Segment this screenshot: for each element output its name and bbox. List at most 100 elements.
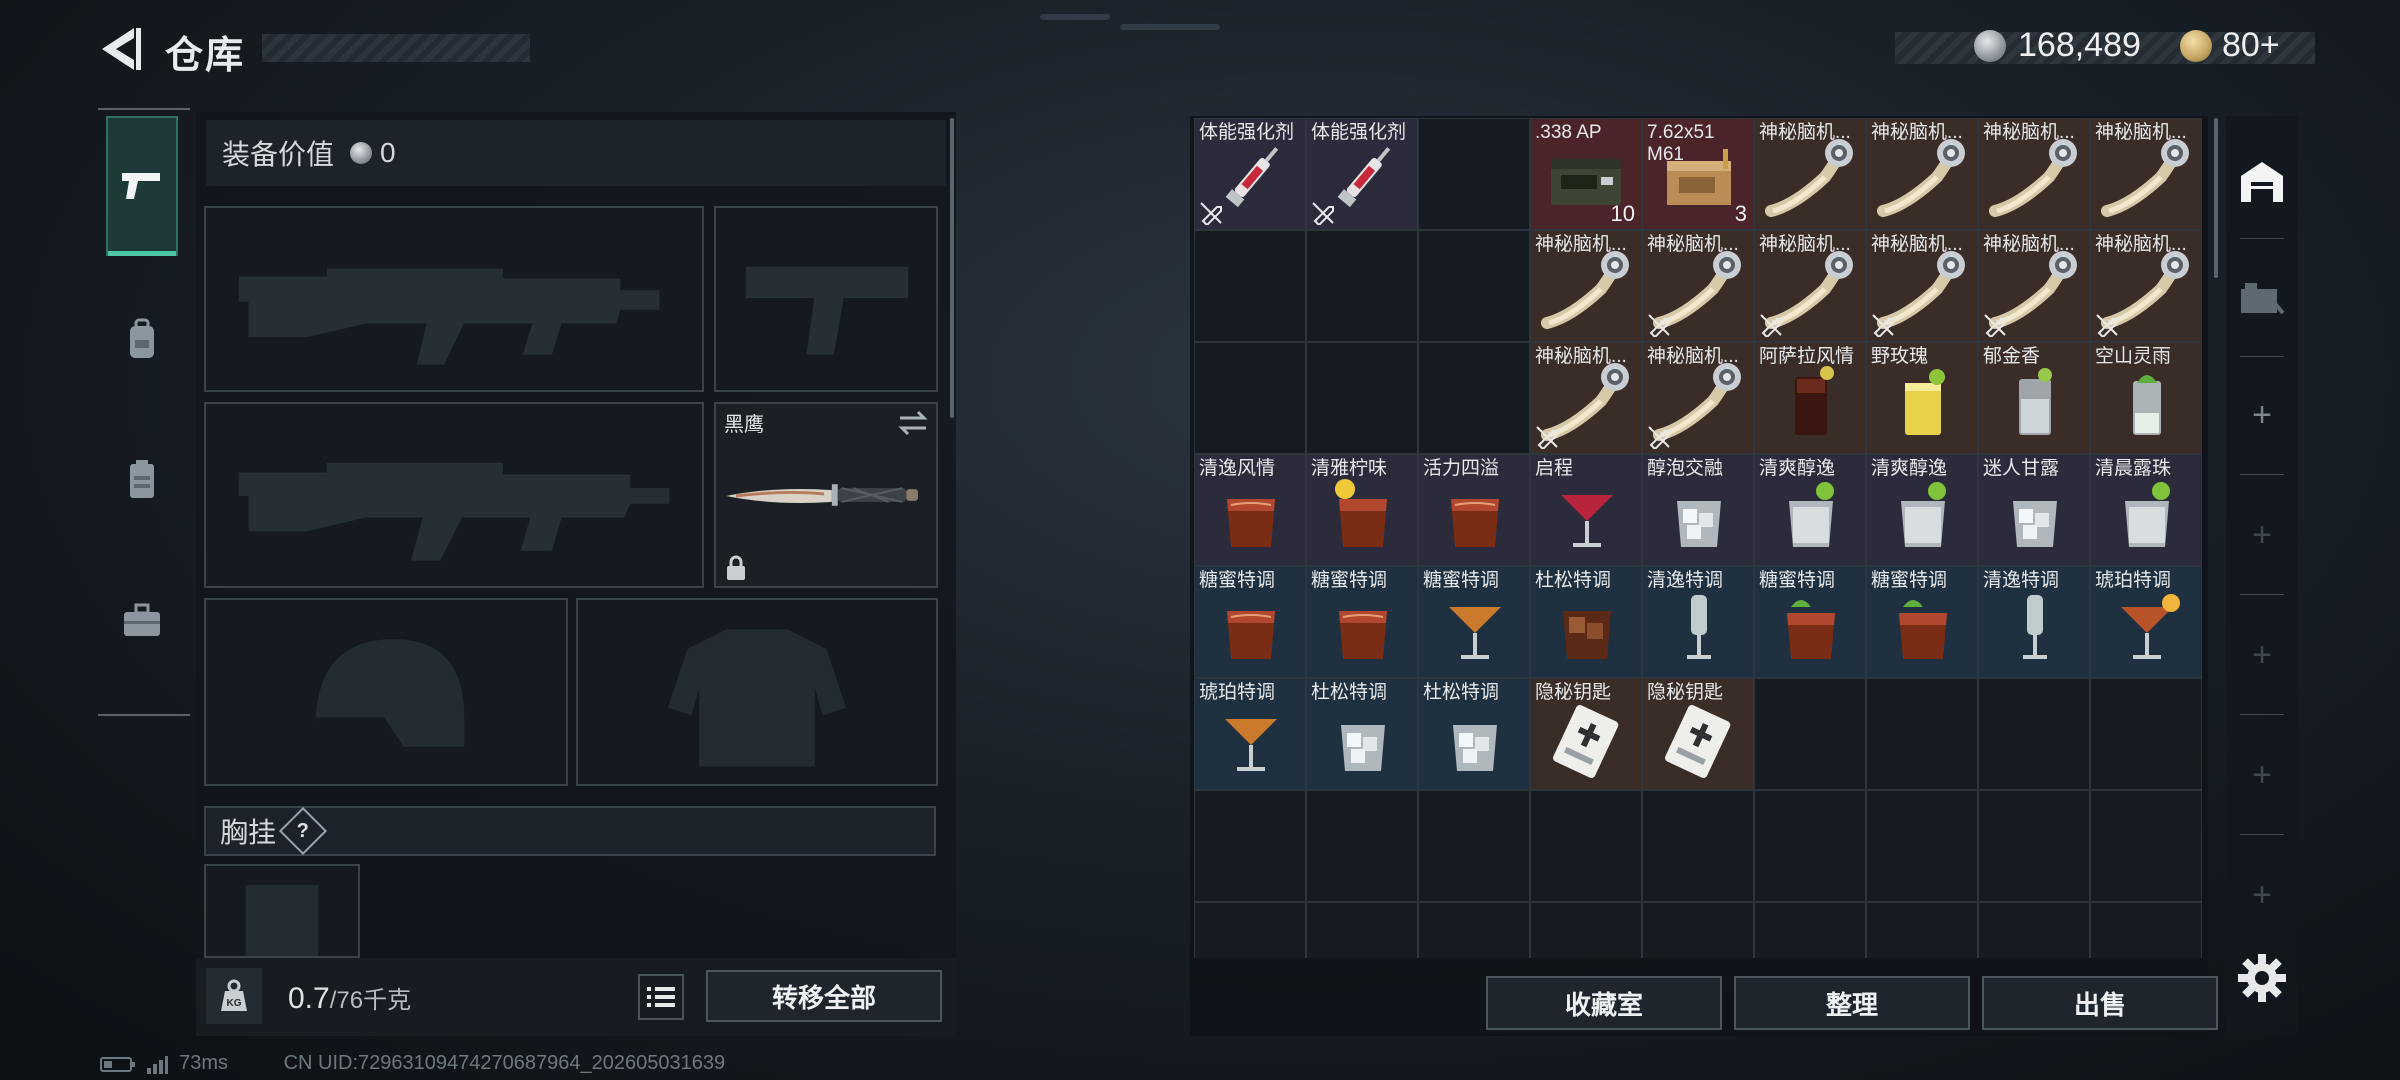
inventory-item[interactable]: 7.62x51 M61 3 — [1642, 118, 1754, 230]
empty-slot[interactable] — [1866, 902, 1978, 958]
transfer-all-button[interactable]: 转移全部 — [706, 970, 942, 1022]
inventory-scrollbar[interactable] — [2214, 118, 2218, 278]
inventory-item[interactable]: 清逸特调 — [1978, 566, 2090, 678]
equipment-scrollbar[interactable] — [950, 118, 954, 418]
inventory-item[interactable]: 启程 — [1530, 454, 1642, 566]
empty-slot[interactable] — [1642, 790, 1754, 902]
inventory-item[interactable]: 神秘脑机... — [1866, 118, 1978, 230]
inventory-item[interactable]: 体能强化剂 — [1194, 118, 1306, 230]
add-storage-button[interactable]: + — [2232, 600, 2292, 710]
pistol-slot[interactable] — [714, 206, 938, 392]
inventory-item[interactable]: 清爽醇逸 — [1754, 454, 1866, 566]
inventory-item[interactable]: 清雅柠味 — [1306, 454, 1418, 566]
empty-slot[interactable] — [1978, 790, 2090, 902]
inventory-item[interactable]: 阿萨拉风情 — [1754, 342, 1866, 454]
inventory-item[interactable]: 神秘脑机... — [1642, 230, 1754, 342]
inventory-item[interactable]: 糖蜜特调 — [1306, 566, 1418, 678]
primary-weapon-slot[interactable] — [204, 206, 704, 392]
empty-slot[interactable] — [1978, 678, 2090, 790]
inventory-item[interactable]: 体能强化剂 — [1306, 118, 1418, 230]
empty-slot[interactable] — [1642, 902, 1754, 958]
inventory-item[interactable]: 神秘脑机... — [1754, 118, 1866, 230]
empty-slot[interactable] — [1866, 790, 1978, 902]
inventory-item[interactable]: 迷人甘露 — [1978, 454, 2090, 566]
empty-slot[interactable] — [2090, 902, 2202, 958]
inventory-item[interactable]: 神秘脑机... — [2090, 118, 2202, 230]
inventory-item[interactable]: 琥珀特调 — [1194, 678, 1306, 790]
empty-slot[interactable] — [1306, 230, 1418, 342]
inventory-item[interactable]: 糖蜜特调 — [1866, 566, 1978, 678]
inventory-item[interactable]: 神秘脑机... — [1866, 230, 1978, 342]
empty-slot[interactable] — [2090, 678, 2202, 790]
add-storage-button[interactable]: + — [2232, 720, 2292, 830]
empty-slot[interactable] — [1754, 790, 1866, 902]
loadout-tab[interactable] — [2232, 244, 2292, 354]
empty-slot[interactable] — [1194, 230, 1306, 342]
secondary-weapon-slot[interactable] — [204, 402, 704, 588]
empty-slot[interactable] — [1418, 230, 1530, 342]
empty-slot[interactable] — [1194, 342, 1306, 454]
add-storage-button[interactable]: + — [2232, 840, 2292, 950]
tab-case[interactable] — [106, 550, 178, 690]
helmet-slot[interactable] — [204, 598, 568, 786]
inventory-item[interactable]: 神秘脑机... — [2090, 230, 2202, 342]
inventory-item[interactable]: 隐秘钥匙 — [1530, 678, 1642, 790]
add-storage-button[interactable]: + — [2232, 480, 2292, 590]
gear-icon[interactable] — [2236, 952, 2288, 1004]
inventory-item[interactable]: 糖蜜特调 — [1754, 566, 1866, 678]
inventory-item[interactable]: 清晨露珠 — [2090, 454, 2202, 566]
armor-slot[interactable] — [576, 598, 938, 786]
inventory-item[interactable]: 神秘脑机... — [1754, 230, 1866, 342]
empty-slot[interactable] — [1754, 678, 1866, 790]
inventory-item[interactable]: 杜松特调 — [1306, 678, 1418, 790]
inventory-item[interactable]: 杜松特调 — [1418, 678, 1530, 790]
melee-slot[interactable]: 黑鹰 — [714, 402, 938, 588]
empty-slot[interactable] — [1754, 902, 1866, 958]
empty-slot[interactable] — [1418, 790, 1530, 902]
inventory-item[interactable]: 神秘脑机... — [1978, 230, 2090, 342]
inventory-item[interactable]: .338 AP 10 — [1530, 118, 1642, 230]
inventory-item[interactable]: 糖蜜特调 — [1194, 566, 1306, 678]
collection-room-button[interactable]: 收藏室 — [1486, 976, 1722, 1030]
inventory-item[interactable]: 琥珀特调 — [2090, 566, 2202, 678]
inventory-item[interactable]: 隐秘钥匙 — [1642, 678, 1754, 790]
inventory-item[interactable]: 杜松特调 — [1530, 566, 1642, 678]
empty-slot[interactable] — [1194, 790, 1306, 902]
sell-button[interactable]: 出售 — [1982, 976, 2218, 1030]
inventory-item[interactable]: 清爽醇逸 — [1866, 454, 1978, 566]
empty-slot[interactable] — [1418, 118, 1530, 230]
add-storage-button[interactable]: + — [2232, 360, 2292, 470]
empty-slot[interactable] — [1418, 902, 1530, 958]
empty-slot[interactable] — [1530, 902, 1642, 958]
empty-slot[interactable] — [1530, 790, 1642, 902]
inventory-item[interactable]: 神秘脑机... — [1978, 118, 2090, 230]
inventory-item[interactable]: 野玫瑰 — [1866, 342, 1978, 454]
inventory-item[interactable]: 糖蜜特调 — [1418, 566, 1530, 678]
empty-slot[interactable] — [1306, 902, 1418, 958]
empty-slot[interactable] — [1194, 902, 1306, 958]
inventory-item[interactable]: 郁金香 — [1978, 342, 2090, 454]
chest-rig-slot[interactable] — [204, 864, 360, 958]
tab-vest[interactable] — [106, 410, 178, 550]
inventory-item[interactable]: 神秘脑机... — [1642, 342, 1754, 454]
empty-slot[interactable] — [1978, 902, 2090, 958]
inventory-item[interactable]: 清逸风情 — [1194, 454, 1306, 566]
inventory-item[interactable]: 神秘脑机... — [1530, 342, 1642, 454]
inventory-item[interactable]: 空山灵雨 — [2090, 342, 2202, 454]
tab-weapons[interactable] — [106, 116, 178, 256]
inventory-item[interactable]: 活力四溢 — [1418, 454, 1530, 566]
empty-slot[interactable] — [1418, 342, 1530, 454]
list-view-button[interactable] — [638, 974, 684, 1020]
empty-slot[interactable] — [1306, 790, 1418, 902]
empty-slot[interactable] — [1306, 342, 1418, 454]
empty-slot[interactable] — [1866, 678, 1978, 790]
inventory-item[interactable]: 清逸特调 — [1642, 566, 1754, 678]
inventory-item[interactable]: 醇泡交融 — [1642, 454, 1754, 566]
warehouse-tab[interactable] — [2232, 126, 2292, 236]
sort-button[interactable]: 整理 — [1734, 976, 1970, 1030]
inventory-item[interactable]: 神秘脑机... — [1530, 230, 1642, 342]
tab-backpack[interactable] — [106, 270, 178, 410]
help-icon[interactable]: ? — [278, 806, 328, 856]
back-arrow-icon[interactable] — [98, 24, 142, 74]
empty-slot[interactable] — [2090, 790, 2202, 902]
